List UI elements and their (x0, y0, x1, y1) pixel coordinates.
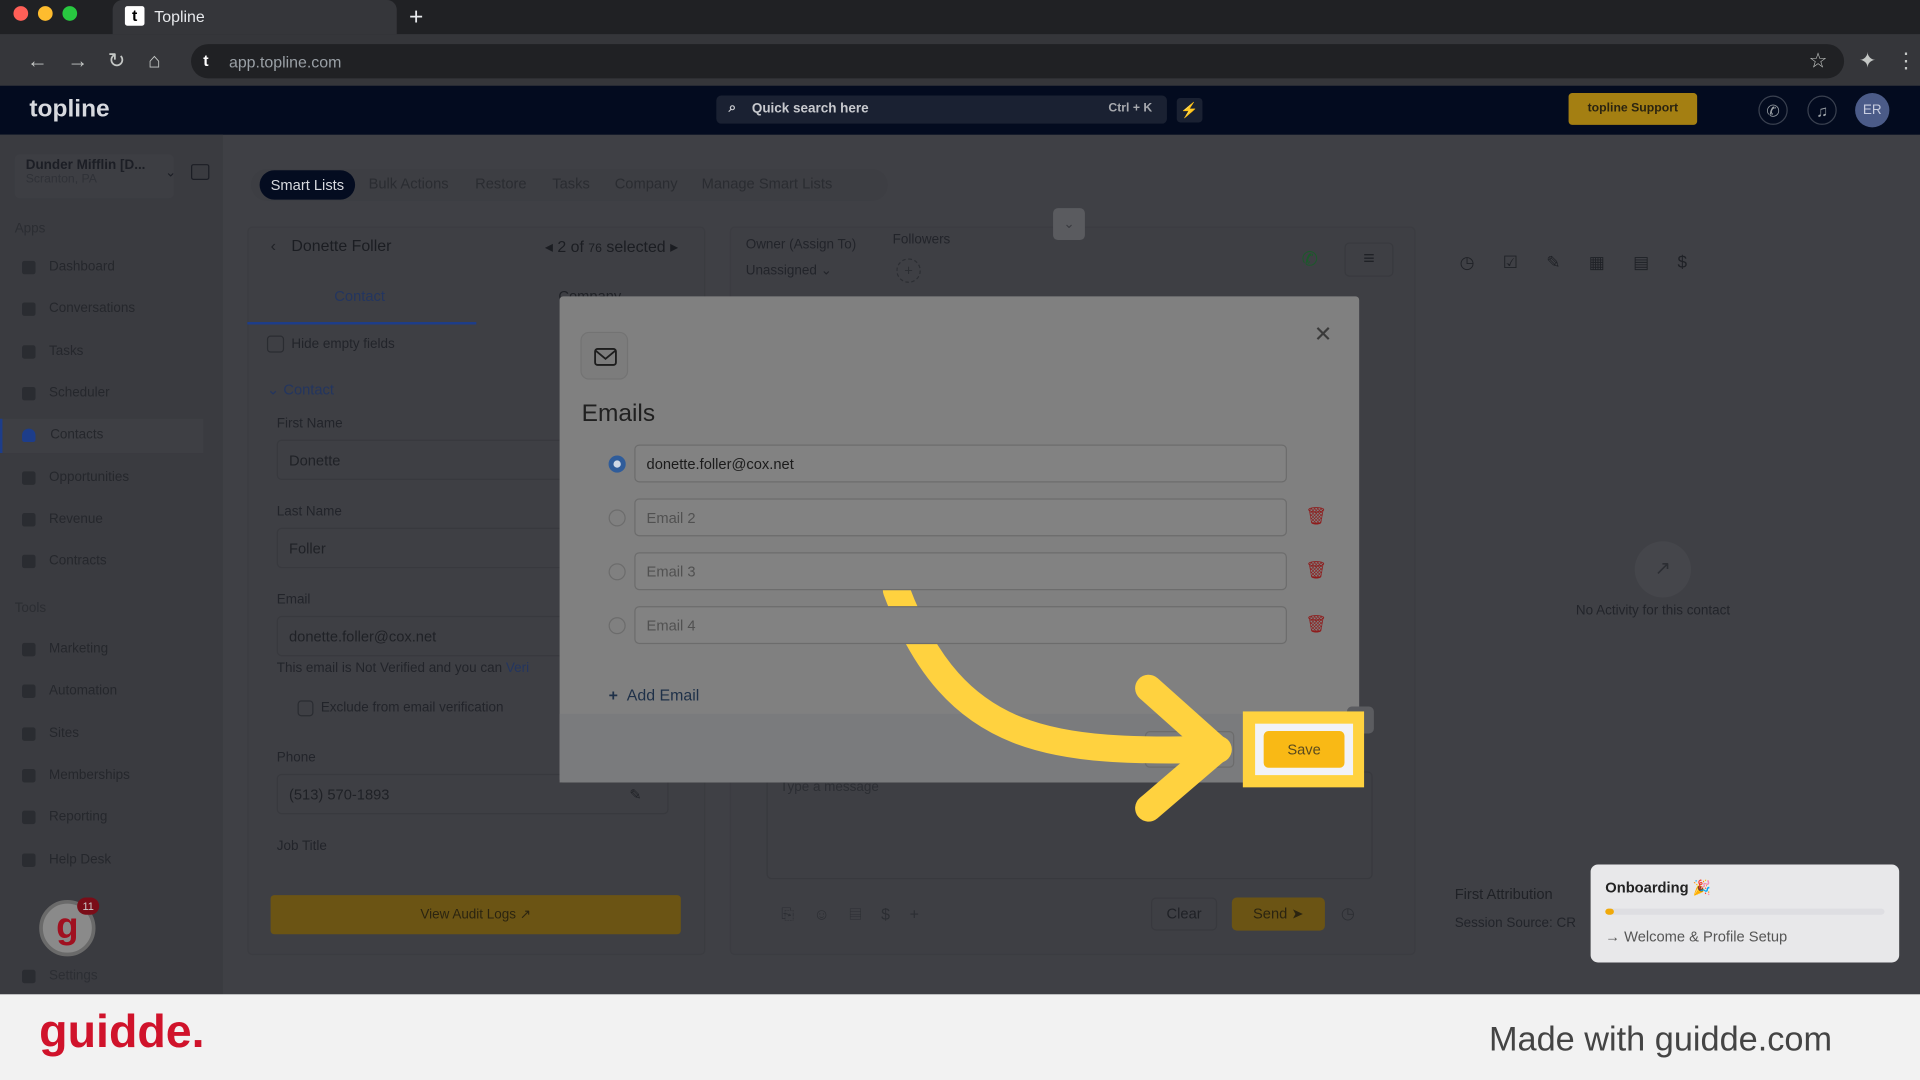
primary-email-radio[interactable] (608, 617, 626, 635)
primary-email-radio[interactable] (608, 509, 626, 527)
sidebar-item-label: Contacts (50, 427, 104, 443)
sidebar-item-revenue[interactable]: Revenue (20, 503, 223, 537)
sidebar-item-help-desk[interactable]: Help Desk (20, 843, 223, 877)
made-with-guidde: Made with guidde.com (1488, 1020, 1833, 1058)
sidebar-item-label: Contracts (48, 553, 107, 569)
sidebar-item-opportunities[interactable]: Opportunities (20, 461, 223, 495)
email-input-text: donette.foller@cox.net (646, 455, 794, 473)
revenue-icon (22, 512, 36, 527)
sidebar-item-label: Revenue (48, 511, 103, 527)
sidebar-item-label: Dashboard (48, 259, 115, 275)
sidebar-item-dashboard[interactable]: Dashboard (20, 251, 223, 285)
sidebar-item-sites[interactable]: Sites (20, 717, 223, 751)
conversations-icon (22, 302, 36, 317)
sidebar-item-conversations[interactable]: Conversations (20, 293, 223, 327)
help-desk-icon (22, 852, 36, 867)
delete-trash-icon[interactable]: 🗑 (1305, 613, 1327, 635)
tab-manage-smart-lists[interactable]: Manage Smart Lists (702, 175, 833, 192)
sidebar-item-label: Memberships (48, 767, 130, 783)
sidebar-item-contracts[interactable]: Contracts (20, 545, 223, 579)
sidebar-item-label: Scheduler (48, 385, 110, 401)
save-button[interactable]: Save (1263, 731, 1345, 768)
sidebar-item-scheduler[interactable]: Scheduler (20, 377, 223, 411)
sidebar-item-label: Sites (48, 725, 79, 741)
sidebar-item-label: Automation (48, 683, 118, 699)
sidebar-item-tasks[interactable]: Tasks (20, 335, 223, 369)
dashboard-icon (22, 260, 36, 275)
tasks-icon (22, 344, 36, 359)
reporting-icon (22, 810, 36, 825)
sidebar-item-automation[interactable]: Automation (20, 675, 223, 709)
contacts-icon (22, 428, 36, 443)
sidebar-item-label: Opportunities (48, 469, 130, 485)
delete-trash-icon[interactable]: 🗑 (1305, 560, 1327, 582)
primary-email-radio[interactable] (608, 455, 626, 473)
sidebar-item-label: Reporting (48, 809, 108, 825)
contracts-icon (22, 554, 36, 569)
scheduler-icon (22, 386, 36, 401)
sidebar-item-reporting[interactable]: Reporting (20, 801, 223, 835)
primary-email-radio[interactable] (608, 563, 626, 581)
sidebar-item-memberships[interactable]: Memberships (20, 759, 223, 793)
tab-company[interactable]: Company (615, 175, 678, 192)
email-input-text: Email 4 (646, 617, 696, 635)
sites-icon (22, 726, 36, 741)
email-input-4[interactable]: Email 4 (634, 606, 1287, 645)
automation-icon (22, 684, 36, 699)
email-input-2[interactable]: Email 2 (634, 498, 1287, 537)
email-input-text: Email 3 (646, 563, 696, 581)
email-input-text: Email 2 (646, 509, 696, 527)
email-input-3[interactable]: Email 3 (634, 552, 1287, 591)
sidebar-item-label: Conversations (48, 301, 136, 317)
delete-trash-icon[interactable]: 🗑 (1305, 506, 1327, 528)
guidde-logo: guidde. (39, 1006, 205, 1058)
memberships-icon (22, 768, 36, 783)
email-input-1[interactable]: donette.foller@cox.net (634, 444, 1287, 483)
marketing-icon (22, 642, 36, 657)
guide-arrow (882, 576, 1232, 822)
sidebar-item-contacts[interactable]: Contacts (0, 419, 204, 454)
tab-tasks[interactable]: Tasks (552, 175, 590, 192)
sidebar-item-label: Help Desk (48, 851, 112, 867)
sidebar-item-label: Marketing (48, 641, 109, 657)
tab-bulk-actions[interactable]: Bulk Actions (369, 175, 449, 192)
sidebar-item-label: Tasks (48, 343, 84, 359)
tab-restore[interactable]: Restore (475, 175, 526, 192)
opportunities-icon (22, 470, 36, 485)
sidebar-item-marketing[interactable]: Marketing (20, 633, 223, 667)
tab-smart-lists[interactable]: Smart Lists (259, 170, 356, 200)
